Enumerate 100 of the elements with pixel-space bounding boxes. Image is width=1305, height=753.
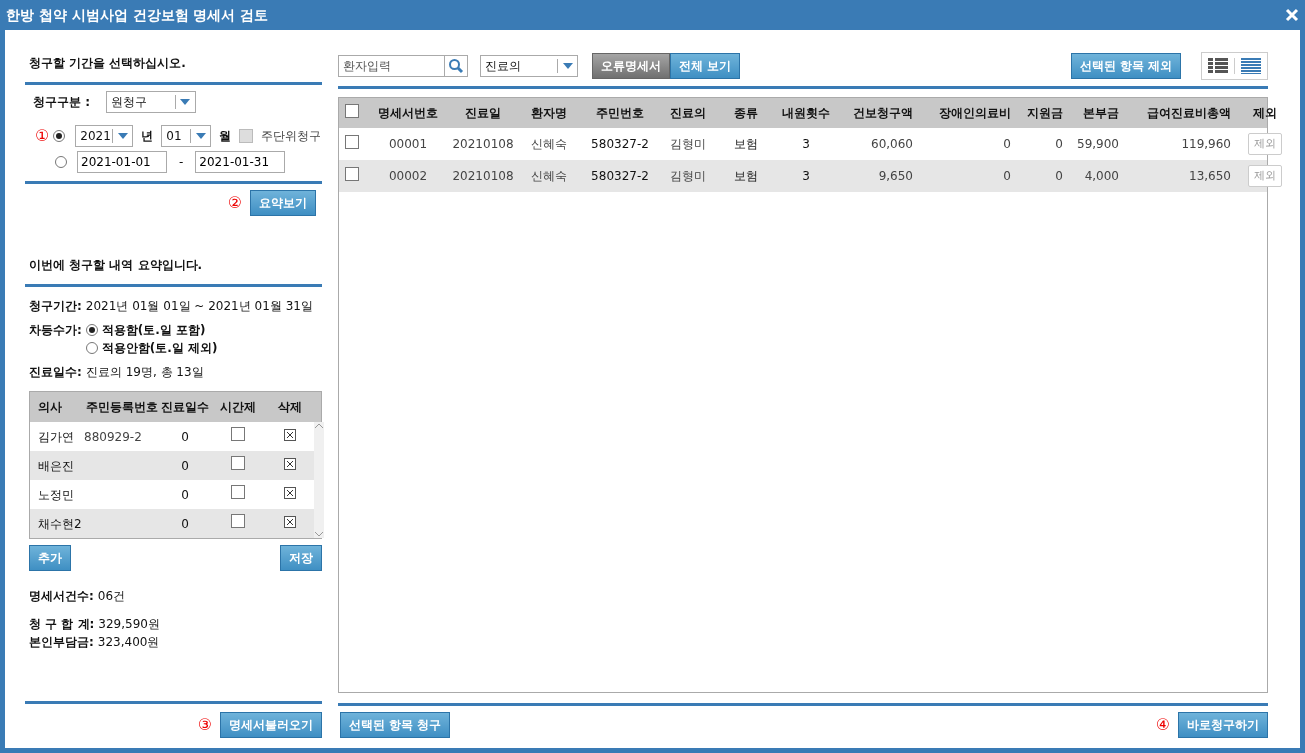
table-cell-text: 20210108 (451, 168, 515, 185)
column-header: 장애인의료비 (938, 105, 1012, 122)
checkbox[interactable] (231, 427, 245, 441)
exclude-button[interactable]: 제외 (1248, 164, 1282, 188)
stat-label: 본인부담금: (29, 634, 94, 651)
table-cell-text: 0 (1002, 136, 1012, 153)
radio-label: 적용안함(토.일 제외) (101, 340, 218, 357)
column-header: 진료일수 (160, 399, 210, 416)
table-cell-text: 신혜숙 (530, 168, 568, 185)
patient-search-field[interactable]: 환자입력 (338, 55, 444, 77)
radio-button[interactable] (55, 156, 67, 168)
radio-button[interactable] (85, 324, 98, 336)
claim-type-select[interactable]: 원청구 (106, 91, 196, 113)
table-cell-text: 3 (801, 136, 811, 153)
delete-icon[interactable] (284, 486, 296, 499)
column-header: 시간제 (219, 399, 257, 416)
radio-button[interactable] (85, 342, 98, 354)
claim-type-label: 청구구분 : (33, 94, 90, 111)
column-header: 삭제 (277, 399, 303, 416)
list-view-icon[interactable] (1241, 58, 1261, 74)
row-checkbox[interactable] (345, 166, 359, 181)
section-heading: 청구할 기간을 선택하십시오. (28, 55, 187, 72)
period-label: 청구기간: (29, 298, 82, 315)
table-cell-text: 00001 (387, 136, 429, 153)
caret-icon[interactable] (562, 63, 573, 69)
column-header: 본부금 (1082, 105, 1120, 122)
table-cell-text: 0 (180, 486, 190, 504)
stat-label: 청 구 합 계: (29, 616, 95, 633)
load-statements-button[interactable]: 명세서불러오기 (220, 712, 322, 738)
table-cell-text: 119,960 (1180, 136, 1232, 153)
column-header: 제외 (1252, 105, 1278, 122)
radio-button[interactable] (53, 130, 66, 142)
date-field[interactable]: 2021-01-31 (195, 151, 286, 173)
year-select[interactable]: 2021 (75, 125, 134, 147)
filter-button[interactable]: 전체 보기 (670, 53, 741, 79)
column-header: 진료일 (464, 105, 502, 122)
doctor-select[interactable]: 진료의 (480, 55, 578, 77)
scroll-down-icon[interactable] (314, 530, 324, 538)
doctor-name: 김가연 (37, 428, 75, 446)
table-cell-text: 580327-2 (590, 136, 650, 153)
filter-button[interactable]: 오류명세서 (592, 53, 670, 79)
select-all-checkbox[interactable] (345, 103, 359, 118)
table-cell-text: 59,900 (1076, 136, 1120, 153)
claim-selected-button[interactable]: 선택된 항목 청구 (340, 712, 451, 738)
scroll-up-icon[interactable] (314, 422, 324, 430)
add-button[interactable]: 추가 (29, 545, 71, 571)
column-header: 의사 (37, 399, 63, 416)
checkbox[interactable] (239, 129, 254, 143)
table-cell-text: 13,650 (1188, 168, 1232, 185)
step-number: ③ (197, 717, 212, 733)
summary-button[interactable]: 요약보기 (250, 190, 316, 216)
table-cell-text: 0 (1054, 168, 1064, 185)
radio-label: 적용함(토.일 포함) (101, 322, 206, 339)
column-header: 진료의 (669, 105, 707, 122)
step-number: ① (35, 128, 50, 144)
delete-icon[interactable] (284, 428, 296, 441)
delete-icon[interactable] (284, 515, 296, 528)
window-title: 한방 첩약 시범사업 건강보험 명세서 검토 (6, 5, 269, 25)
detail-view-icon[interactable] (1208, 58, 1228, 74)
column-header: 종류 (733, 105, 759, 122)
table-cell-text: 김형미 (669, 168, 707, 185)
treatment-days-value: 진료의 19명, 총 13일 (85, 364, 204, 381)
save-button[interactable]: 저장 (280, 545, 322, 571)
table-cell-text: 0 (1002, 168, 1012, 185)
month-unit-label: 월 (219, 128, 232, 145)
doctor-name: 배은진 (37, 457, 75, 475)
step-number: ④ (1155, 717, 1170, 733)
scrollbar[interactable] (314, 422, 324, 538)
row-checkbox[interactable] (345, 134, 359, 149)
column-header: 급여진료비총액 (1146, 105, 1232, 122)
treatment-days-label: 진료일수: (29, 364, 82, 381)
close-icon[interactable] (1285, 8, 1299, 22)
table-cell-text: 신혜숙 (530, 136, 568, 153)
table-cell-text: 4,000 (1083, 168, 1120, 185)
caret-icon[interactable] (195, 133, 206, 139)
month-select[interactable]: 01 (161, 125, 212, 147)
table-cell-text: 580327-2 (590, 168, 650, 185)
checkbox[interactable] (231, 485, 245, 499)
table-cell-text: 0 (180, 515, 190, 533)
table-cell-text: 0 (1054, 136, 1064, 153)
range-separator: - (179, 154, 184, 171)
exclude-button[interactable]: 제외 (1248, 132, 1282, 156)
date-field[interactable]: 2021-01-01 (77, 151, 167, 173)
search-icon[interactable] (444, 55, 468, 77)
year-unit-label: 년 (141, 128, 154, 145)
claim-now-button[interactable]: 바로청구하기 (1178, 712, 1268, 738)
checkbox[interactable] (231, 514, 245, 528)
checkbox[interactable] (231, 456, 245, 470)
table-cell-text: 20210108 (451, 136, 515, 153)
table-cell-text: 880929-2 (84, 428, 143, 446)
caret-icon[interactable] (180, 99, 191, 105)
column-header: 주민번호 (595, 105, 645, 122)
surcharge-label: 차등수가: (29, 322, 82, 339)
caret-icon[interactable] (117, 133, 128, 139)
delete-icon[interactable] (284, 457, 296, 470)
stat-value: 06건 (97, 588, 126, 605)
exclude-selected-button[interactable]: 선택된 항목 제외 (1070, 53, 1181, 79)
column-header: 주민등록번호 (85, 399, 159, 416)
column-header: 명세서번호 (377, 105, 439, 122)
doctor-name: 노정민 (37, 486, 75, 504)
